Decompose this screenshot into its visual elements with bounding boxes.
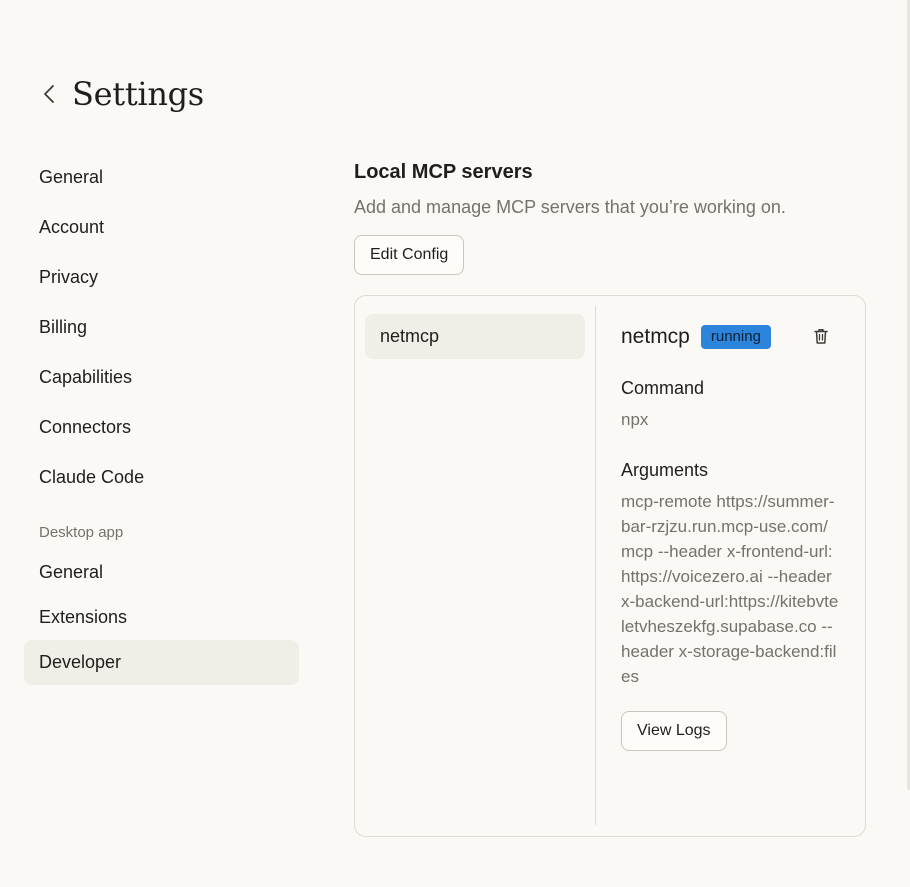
- sidebar-item-claude-code[interactable]: Claude Code: [24, 455, 299, 500]
- view-logs-button[interactable]: View Logs: [621, 711, 727, 751]
- trash-icon: [814, 329, 828, 344]
- arguments-value: mcp-remote https://summer-bar-rzjzu.run.…: [621, 492, 839, 686]
- server-list-item[interactable]: netmcp: [365, 314, 585, 359]
- delete-server-button[interactable]: [809, 324, 833, 348]
- command-label: Command: [621, 378, 705, 398]
- header: Settings: [38, 74, 204, 114]
- mcp-servers-panel: netmcp netmcp running Command npx Argume…: [354, 295, 866, 837]
- server-name: netmcp: [621, 325, 690, 348]
- page-title: Settings: [72, 75, 204, 113]
- sidebar-item-billing[interactable]: Billing: [24, 305, 299, 350]
- sidebar-item-privacy[interactable]: Privacy: [24, 255, 299, 300]
- sidebar-item-developer[interactable]: Developer: [24, 640, 299, 685]
- server-detail: netmcp running Command npx Arguments mcp…: [596, 296, 865, 836]
- section-subtitle: Add and manage MCP servers that you’re w…: [354, 197, 786, 217]
- status-badge: running: [700, 325, 771, 349]
- sidebar: General Account Privacy Billing Capabili…: [24, 155, 299, 685]
- sidebar-item-desktop-general[interactable]: General: [24, 550, 299, 595]
- chevron-left-icon: [44, 85, 54, 103]
- settings-page: Settings General Account Privacy Billing…: [0, 0, 910, 887]
- sidebar-item-capabilities[interactable]: Capabilities: [24, 355, 299, 400]
- command-value: npx: [621, 410, 649, 429]
- section-title: Local MCP servers: [354, 161, 533, 183]
- arguments-label: Arguments: [621, 460, 709, 480]
- sidebar-item-connectors[interactable]: Connectors: [24, 405, 299, 450]
- sidebar-desktop-group: General Extensions Developer: [24, 550, 299, 685]
- back-button[interactable]: [38, 74, 60, 114]
- sidebar-item-account[interactable]: Account: [24, 205, 299, 250]
- main-content: Local MCP servers Add and manage MCP ser…: [354, 158, 866, 837]
- sidebar-section-desktop-app: Desktop app: [39, 524, 124, 541]
- server-list: netmcp: [355, 296, 595, 836]
- edit-config-button[interactable]: Edit Config: [354, 235, 465, 275]
- sidebar-item-general[interactable]: General: [24, 155, 299, 200]
- sidebar-item-extensions[interactable]: Extensions: [24, 595, 299, 640]
